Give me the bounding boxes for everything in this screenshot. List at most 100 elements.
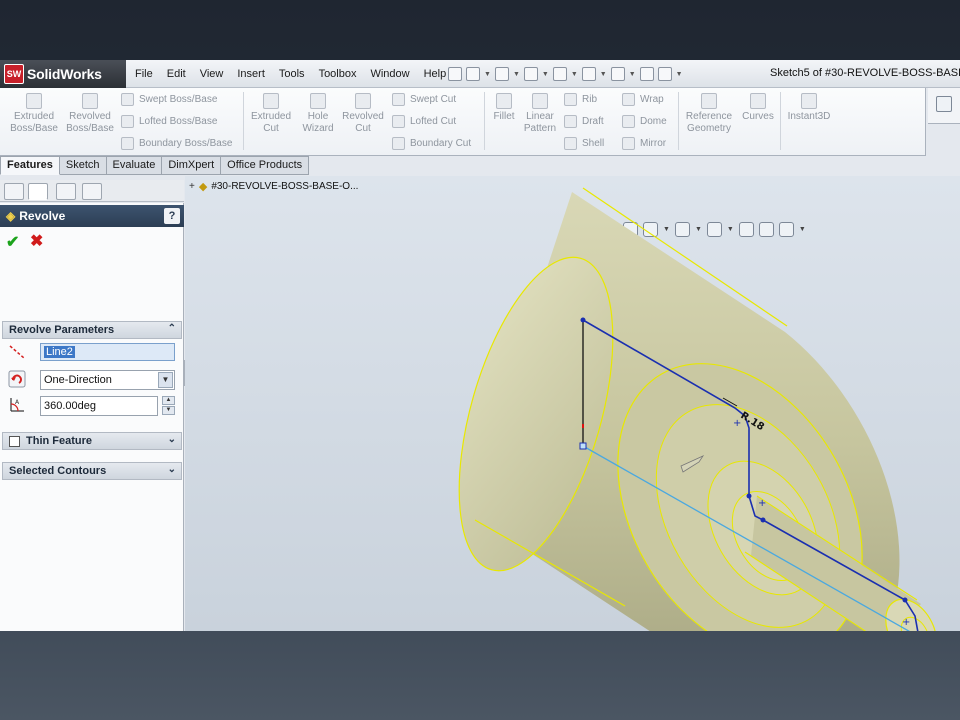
tab-office-products[interactable]: Office Products <box>221 156 310 175</box>
swept-boss-button[interactable]: Swept Boss/Base <box>121 93 217 106</box>
draft-label: Draft <box>582 116 604 127</box>
menu-file[interactable]: File <box>128 68 160 80</box>
property-manager-panel: ◈ Revolve ? ✔ ✖ Revolve Parameters ⌃ Lin… <box>0 203 184 631</box>
menu-items: File Edit View Insert Tools Toolbox Wind… <box>128 60 453 88</box>
thin-feature-checkbox[interactable] <box>9 435 20 447</box>
mirror-button[interactable]: Mirror <box>622 137 666 150</box>
expand-chevron-icon[interactable]: ⌄ <box>168 464 176 475</box>
help-button[interactable]: ? <box>164 208 180 224</box>
mirror-icon <box>622 137 635 150</box>
dropdown-arrow-icon[interactable]: ▼ <box>676 71 683 78</box>
dropdown-arrow-icon[interactable]: ▼ <box>600 71 607 78</box>
lofted-cut-button[interactable]: Lofted Cut <box>392 115 456 128</box>
swept-cut-button[interactable]: Swept Cut <box>392 93 456 106</box>
open-icon[interactable] <box>494 67 509 81</box>
lofted-cut-label: Lofted Cut <box>410 116 457 127</box>
menu-insert[interactable]: Insert <box>230 68 272 80</box>
direction-type-select[interactable]: One-Direction ▼ <box>40 370 175 390</box>
tab-features[interactable]: Features <box>0 156 60 175</box>
tab-sketch[interactable]: Sketch <box>59 156 107 175</box>
instant3d-icon <box>801 93 817 109</box>
shell-button[interactable]: Shell <box>564 137 604 150</box>
extruded-boss-label: Extruded Boss/Base <box>10 111 58 134</box>
configuration-manager-tab-icon[interactable] <box>56 183 76 200</box>
expand-chevron-icon[interactable]: ⌄ <box>168 434 176 445</box>
dome-button[interactable]: Dome <box>622 115 667 128</box>
dome-icon <box>622 115 635 128</box>
extruded-cut-label: Extruded Cut <box>250 111 292 134</box>
document-title: Sketch5 of #30-REVOLVE-BOSS-BASE-ON <box>770 67 960 79</box>
reverse-direction-icon[interactable] <box>8 370 26 388</box>
dropdown-arrow-icon[interactable]: ▼ <box>484 71 491 78</box>
options-icon[interactable] <box>657 67 672 81</box>
lofted-boss-icon <box>121 115 134 128</box>
dropdown-arrow-icon[interactable]: ▼ <box>542 71 549 78</box>
revolved-cut-button[interactable]: Revolved Cut <box>340 93 386 135</box>
extruded-cut-button[interactable]: Extruded Cut <box>248 93 294 135</box>
angle-spin-up[interactable]: ▲ <box>162 396 175 405</box>
axis-of-revolution-field[interactable]: Line2 <box>40 343 175 361</box>
svg-text:A: A <box>15 399 20 406</box>
draft-icon <box>564 115 577 128</box>
print-icon[interactable] <box>552 67 567 81</box>
swept-boss-label: Swept Boss/Base <box>139 94 218 105</box>
wrap-button[interactable]: Wrap <box>622 93 664 106</box>
menu-toolbox[interactable]: Toolbox <box>312 68 364 80</box>
dimxpert-manager-tab-icon[interactable] <box>82 183 102 200</box>
dropdown-arrow-icon[interactable]: ▼ <box>629 71 636 78</box>
curves-button[interactable]: Curves <box>738 93 778 123</box>
revolve-parameters-header[interactable]: Revolve Parameters ⌃ <box>2 321 182 339</box>
select-icon[interactable] <box>610 67 625 81</box>
solidworks-logo[interactable]: SW SolidWorks <box>0 60 126 88</box>
graphics-area[interactable]: + ◆ #30-REVOLVE-BOSS-BASE-O... ▼ ▼ ▼ ▼ +… <box>185 176 960 631</box>
property-manager-tab-icon[interactable] <box>28 183 48 200</box>
dropdown-arrow-icon[interactable]: ▼ <box>513 71 520 78</box>
menu-edit[interactable]: Edit <box>160 68 193 80</box>
instant3d-button[interactable]: Instant3D <box>784 93 834 123</box>
angle-icon: A <box>10 398 24 412</box>
boundary-cut-button[interactable]: Boundary Cut <box>392 137 471 150</box>
menu-view[interactable]: View <box>193 68 231 80</box>
collapse-chevron-icon[interactable]: ⌃ <box>168 323 176 334</box>
ribbon-divider <box>484 92 485 150</box>
draft-button[interactable]: Draft <box>564 115 604 128</box>
menu-bar: SW SolidWorks File Edit View Insert Tool… <box>0 60 960 88</box>
revolved-boss-button[interactable]: Revolved Boss/Base <box>62 93 118 135</box>
shell-label: Shell <box>582 138 605 149</box>
thin-feature-header[interactable]: Thin Feature ⌄ <box>2 432 182 450</box>
shell-icon <box>564 137 577 150</box>
rebuild-icon[interactable] <box>639 67 654 81</box>
extruded-boss-button[interactable]: Extruded Boss/Base <box>6 93 62 135</box>
undo-icon[interactable] <box>581 67 596 81</box>
hole-wizard-button[interactable]: Hole Wizard <box>296 93 340 135</box>
quick-access-toolbar: ▼ ▼ ▼ ▼ ▼ ▼ ▼ <box>448 65 683 83</box>
boundary-boss-label: Boundary Boss/Base <box>139 138 233 149</box>
dropdown-arrow-icon[interactable]: ▼ <box>571 71 578 78</box>
angle-spin-down[interactable]: ▼ <box>162 406 175 415</box>
hole-wizard-icon <box>310 93 326 109</box>
menu-tools[interactable]: Tools <box>272 68 312 80</box>
ok-button[interactable]: ✔ <box>6 232 19 252</box>
linear-pattern-button[interactable]: Linear Pattern <box>520 93 560 135</box>
feature-manager-tabs <box>0 180 184 202</box>
tab-evaluate[interactable]: Evaluate <box>106 156 163 175</box>
boundary-boss-button[interactable]: Boundary Boss/Base <box>121 137 232 150</box>
lofted-boss-button[interactable]: Lofted Boss/Base <box>121 115 217 128</box>
menu-window[interactable]: Window <box>363 68 416 80</box>
angle-input[interactable]: 360.00deg <box>40 396 158 416</box>
reference-geometry-button[interactable]: Reference Geometry <box>682 93 736 135</box>
new-document-icon[interactable] <box>466 67 480 81</box>
selected-contours-header[interactable]: Selected Contours ⌄ <box>2 462 182 480</box>
fillet-button[interactable]: Fillet <box>488 93 520 123</box>
tab-dimxpert[interactable]: DimXpert <box>162 156 222 175</box>
property-manager-title: Revolve <box>19 209 66 223</box>
pin-icon[interactable] <box>448 67 462 81</box>
rib-button[interactable]: Rib <box>564 93 597 106</box>
chevron-down-icon[interactable]: ▼ <box>158 372 173 388</box>
save-icon[interactable] <box>523 67 538 81</box>
exit-sketch-icon[interactable] <box>936 96 952 112</box>
revolve-preview-model[interactable]: + + + R.18 <box>185 176 960 631</box>
mirror-label: Mirror <box>640 138 667 149</box>
cancel-button[interactable]: ✖ <box>30 231 43 251</box>
feature-tree-tab-icon[interactable] <box>4 183 24 200</box>
